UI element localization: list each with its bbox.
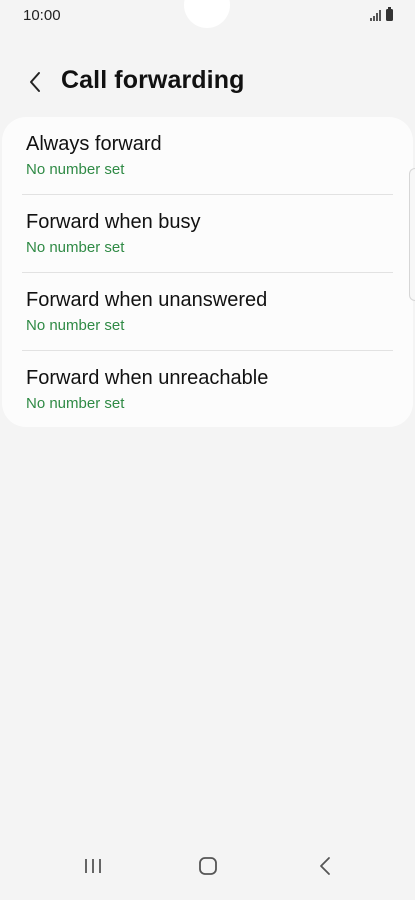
item-title: Forward when unanswered xyxy=(26,289,268,311)
item-title: Forward when unreachable xyxy=(26,367,269,389)
list-item-always-forward[interactable]: Always forward No number set xyxy=(2,117,413,195)
header: Call forwarding xyxy=(0,60,415,104)
battery-icon xyxy=(386,7,393,21)
camera-notch xyxy=(184,0,230,28)
recents-icon xyxy=(85,859,101,873)
item-subtitle: No number set xyxy=(26,395,125,412)
recents-button[interactable] xyxy=(71,848,115,884)
item-subtitle: No number set xyxy=(26,239,125,256)
item-subtitle: No number set xyxy=(26,161,125,178)
item-title: Forward when busy xyxy=(26,211,201,233)
home-button[interactable] xyxy=(186,848,230,884)
home-icon xyxy=(199,857,217,875)
back-icon xyxy=(320,857,330,875)
nav-back-button[interactable] xyxy=(303,848,347,884)
edge-panel-handle[interactable] xyxy=(409,168,415,301)
status-icons xyxy=(370,7,393,21)
list-item-forward-when-unreachable[interactable]: Forward when unreachable No number set xyxy=(2,351,413,429)
status-time: 10:00 xyxy=(23,7,61,24)
back-button[interactable] xyxy=(20,64,50,100)
signal-icon xyxy=(370,9,382,21)
phone-screen: 10:00 Call forwarding Always forward No … xyxy=(0,0,415,900)
item-subtitle: No number set xyxy=(26,317,125,334)
forwarding-options-card: Always forward No number set Forward whe… xyxy=(2,117,413,427)
list-item-forward-when-unanswered[interactable]: Forward when unanswered No number set xyxy=(2,273,413,351)
item-title: Always forward xyxy=(26,133,162,155)
page-title: Call forwarding xyxy=(61,66,245,94)
status-bar: 10:00 xyxy=(0,0,415,32)
chevron-left-icon xyxy=(30,72,40,92)
navigation-bar xyxy=(0,842,415,900)
list-item-forward-when-busy[interactable]: Forward when busy No number set xyxy=(2,195,413,273)
